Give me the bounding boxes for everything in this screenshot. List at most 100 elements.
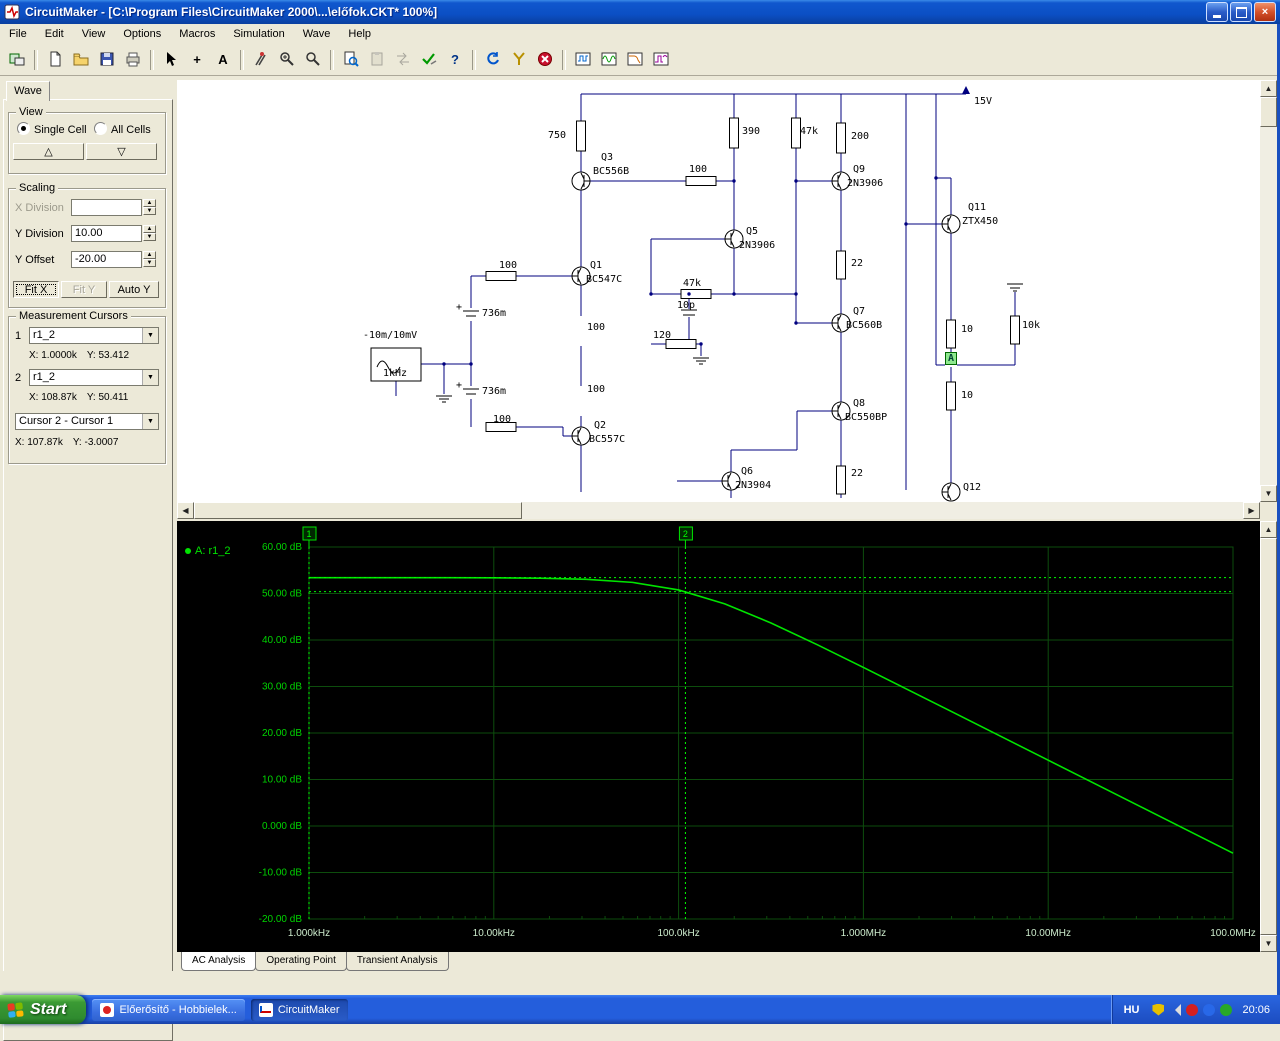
y-offset-label: Y Offset [15,254,55,266]
menu-view[interactable]: View [73,26,115,42]
y-division-spinner[interactable]: ▲ ▼ [143,225,156,242]
measurement-cursors-label: Measurement Cursors [16,310,131,322]
chevron-down-icon[interactable]: ▼ [142,414,158,429]
radio-single-cell[interactable]: Single Cell [17,122,87,136]
minimize-icon [1213,15,1221,18]
mixed-signal-button[interactable] [649,48,673,72]
start-button[interactable]: Start [0,995,87,1024]
auto-y-button[interactable]: Auto Y [109,281,159,298]
waveform-plot[interactable]: 60.00 dB 50.00 dB 40.00 dB 30.00 dB 20.00 dB… [177,521,1260,952]
check-tools-button[interactable] [417,48,441,72]
scroll-left-icon[interactable]: ◀ [177,502,194,519]
plot-vscrollbar[interactable]: ▲ ▼ [1260,521,1277,952]
cursor2-number: 2 [15,372,22,384]
analog-scope-button[interactable] [597,48,621,72]
reset-simulation-button[interactable] [481,48,505,72]
tab-operating-point[interactable]: Operating Point [255,952,347,971]
cursor2-signal-combo[interactable]: r1_2 ▼ [29,369,159,386]
save-button[interactable] [95,48,119,72]
system-tray: HU 20:06 [1110,995,1280,1024]
toolbar-separator [240,49,244,70]
probe-meter-button[interactable] [507,48,531,72]
svg-text:20.00 dB: 20.00 dB [262,728,302,739]
svg-text:60.00 dB: 60.00 dB [262,542,302,553]
zoom-in-icon [279,52,294,66]
task-browser[interactable]: Előerősítő - Hobbielek... [92,998,245,1021]
status-blue-icon[interactable] [1203,1003,1216,1016]
print-button[interactable] [121,48,145,72]
chevron-down-icon[interactable]: ▼ [142,328,158,343]
menu-help[interactable]: Help [339,26,380,42]
menu-bar: File Edit View Options Macros Simulation… [0,24,1280,45]
y-offset-input[interactable]: -20.00 [71,251,142,268]
tab-ac-analysis[interactable]: AC Analysis [181,952,257,971]
scroll-down-icon[interactable]: ▼ [1260,935,1277,952]
open-folder-button[interactable] [69,48,93,72]
bode-window-button[interactable] [623,48,647,72]
plot-vscroll-thumb[interactable] [1260,538,1277,935]
svg-text:40.00 dB: 40.00 dB [262,635,302,646]
find-part-button[interactable] [339,48,363,72]
scroll-right-icon[interactable]: ▶ [1243,502,1260,519]
status-red-icon[interactable] [1186,1003,1199,1016]
scroll-up-icon[interactable]: ▲ [1260,80,1277,97]
title-bar: CircuitMaker - [C:\Program Files\Circuit… [0,0,1280,24]
clipboard-button[interactable] [365,48,389,72]
svg-text:-20.00 dB: -20.00 dB [259,914,303,925]
schematic-hscrollbar[interactable]: ◀ ▶ [177,502,1260,519]
fit-y-button[interactable]: Fit Y [61,281,107,298]
find-part-icon [344,51,359,67]
pan-down-button[interactable]: ▽ [86,143,157,160]
cursor1-signal-combo[interactable]: r1_2 ▼ [29,327,159,344]
menu-file[interactable]: File [0,26,36,42]
schematic-vscrollbar[interactable]: ▲ ▼ [1260,80,1277,502]
new-file-button[interactable] [43,48,67,72]
minimize-button[interactable] [1206,2,1228,22]
toolbar-separator [150,49,154,70]
chevron-down-icon[interactable]: ▼ [142,370,158,385]
zoom-tool-button[interactable] [301,48,325,72]
digital-waves-button[interactable] [571,48,595,72]
panel-tab-wave[interactable]: Wave [6,81,50,101]
security-shield-icon[interactable] [1152,1003,1165,1016]
compare-button[interactable] [391,48,415,72]
menu-wave[interactable]: Wave [294,26,340,42]
y-division-input[interactable]: 10.00 [71,225,142,242]
language-indicator[interactable]: HU [1124,1004,1140,1016]
cursor1-number: 1 [15,330,22,342]
menu-simulation[interactable]: Simulation [224,26,293,42]
menu-macros[interactable]: Macros [170,26,224,42]
circuitmaker-icon [258,1002,273,1017]
windows-flag-icon [7,1001,24,1018]
stop-simulation-button[interactable] [533,48,557,72]
add-part-button[interactable]: + [185,48,209,72]
window-title: CircuitMaker - [C:\Program Files\Circuit… [25,5,438,19]
vscroll-thumb[interactable] [1260,97,1277,127]
x-division-spinner[interactable]: ▲ ▼ [143,199,156,216]
zoom-in-button[interactable] [275,48,299,72]
volume-icon[interactable] [1169,1003,1182,1016]
close-button[interactable]: × [1254,2,1276,22]
clock[interactable]: 20:06 [1242,1004,1270,1016]
text-tool-button[interactable]: A [211,48,235,72]
radio-all-cells[interactable]: All Cells [94,122,151,136]
scroll-down-icon[interactable]: ▼ [1260,485,1277,502]
arrow-tool-button[interactable] [159,48,183,72]
task-circuitmaker[interactable]: CircuitMaker [250,998,348,1021]
cursor-diff-combo[interactable]: Cursor 2 - Cursor 1 ▼ [15,413,159,430]
menu-edit[interactable]: Edit [36,26,73,42]
x-division-input[interactable] [71,199,142,216]
maximize-button[interactable] [1230,2,1252,22]
schematic-board-button[interactable] [5,48,29,72]
status-green-icon[interactable] [1220,1003,1233,1016]
help-button[interactable]: ? [443,48,467,72]
tab-transient-analysis[interactable]: Transient Analysis [345,952,449,971]
pan-up-button[interactable]: △ [13,143,84,160]
scroll-up-icon[interactable]: ▲ [1260,521,1277,538]
schematic-canvas[interactable]: 15V 750 Q3 BC556B 390 47k 200 100 Q9 2N3906 Q5 2N39… [177,80,1260,502]
hscroll-thumb[interactable] [194,502,522,519]
y-offset-spinner[interactable]: ▲ ▼ [143,251,156,268]
fit-x-button[interactable]: Fit X [13,281,59,298]
probe-tool-button[interactable] [249,48,273,72]
menu-options[interactable]: Options [114,26,170,42]
